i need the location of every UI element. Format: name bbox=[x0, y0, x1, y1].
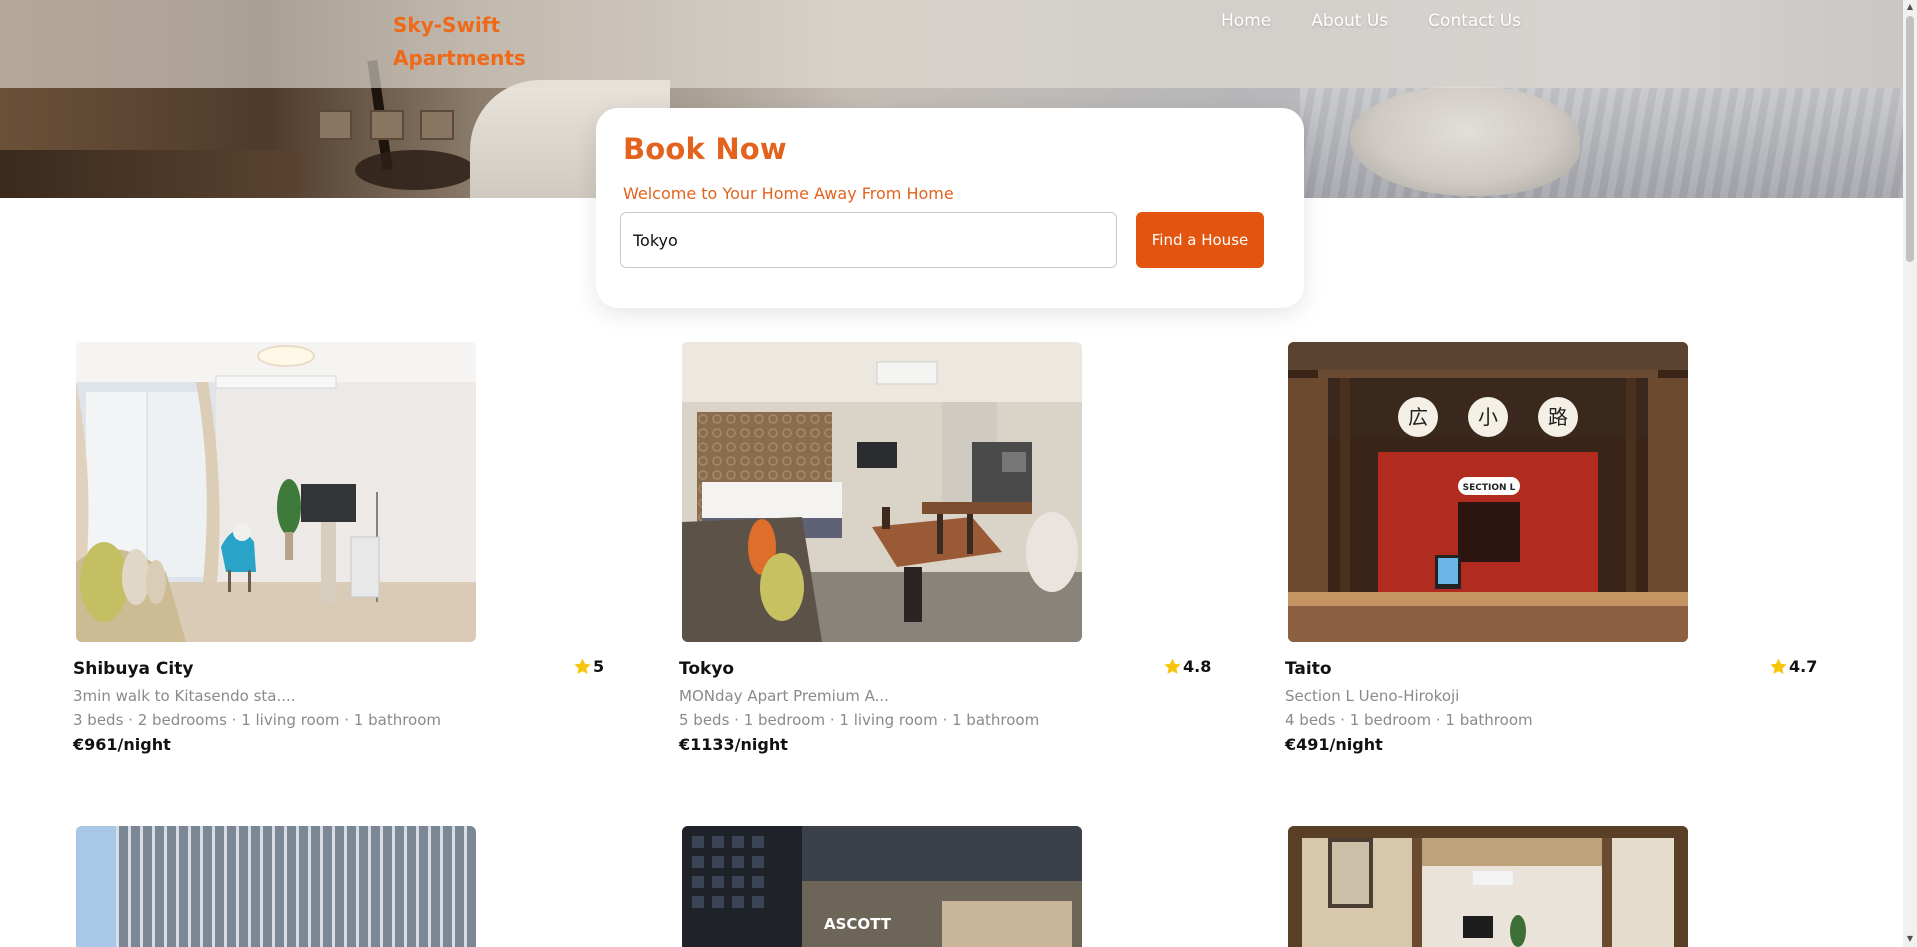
star-icon bbox=[574, 658, 591, 674]
scrollbar-thumb[interactable] bbox=[1906, 16, 1914, 262]
listing-photo-living-room bbox=[76, 342, 476, 642]
navbar: Sky-Swift Apartments Home About Us Conta… bbox=[0, 0, 1903, 88]
listing-rating: 4.7 bbox=[1769, 657, 1817, 676]
listing-price: €1133/night bbox=[679, 735, 788, 754]
rating-value: 4.8 bbox=[1183, 657, 1212, 676]
booking-card: Book Now Welcome to Your Home Away From … bbox=[596, 108, 1304, 308]
listing-image[interactable]: ASCOTT bbox=[682, 826, 1082, 947]
sign-char: 路 bbox=[1548, 405, 1568, 429]
hero-outlet bbox=[420, 110, 454, 140]
find-house-button[interactable]: Find a House bbox=[1136, 212, 1264, 268]
listing-details: 4 beds · 1 bedroom · 1 bathroom bbox=[1285, 711, 1533, 729]
vertical-scrollbar[interactable]: ▲ ▼ bbox=[1903, 0, 1917, 947]
nav-about-us[interactable]: About Us bbox=[1311, 10, 1388, 32]
rating-value: 4.7 bbox=[1789, 657, 1818, 676]
listing-image[interactable] bbox=[1288, 826, 1688, 947]
nav-home[interactable]: Home bbox=[1221, 10, 1271, 32]
listing-image[interactable] bbox=[76, 826, 476, 947]
listing-title[interactable]: Tokyo bbox=[679, 659, 734, 679]
listing-photo-lobby: SECTION L 広 小 路 bbox=[1288, 342, 1688, 642]
listing-image[interactable]: SECTION L 広 小 路 bbox=[1288, 342, 1688, 642]
listing-photo-japanese-room bbox=[1288, 826, 1688, 947]
scroll-down-icon[interactable]: ▼ bbox=[1905, 934, 1915, 944]
hero-outlet bbox=[318, 110, 352, 140]
listing-image[interactable] bbox=[76, 342, 476, 642]
hero-lamp-base bbox=[355, 150, 475, 190]
sign-char: 広 bbox=[1408, 405, 1428, 429]
listing-description: 3min walk to Kitasendo sta.... bbox=[73, 687, 296, 705]
listing-title[interactable]: Shibuya City bbox=[73, 659, 193, 679]
listing-rating: 4.8 bbox=[1163, 657, 1211, 676]
listing-price: €961/night bbox=[73, 735, 171, 754]
listing-photo-apartment bbox=[682, 342, 1082, 642]
booking-subtitle: Welcome to Your Home Away From Home bbox=[623, 184, 954, 203]
listing-details: 5 beds · 1 bedroom · 1 living room · 1 b… bbox=[679, 711, 1040, 729]
listing-price: €491/night bbox=[1285, 735, 1383, 754]
hero-outlet bbox=[370, 110, 404, 140]
listing-title[interactable]: Taito bbox=[1285, 659, 1332, 679]
nav-links: Home About Us Contact Us bbox=[1221, 10, 1561, 32]
ascott-sign: ASCOTT bbox=[824, 915, 892, 933]
star-icon bbox=[1164, 658, 1181, 674]
rating-value: 5 bbox=[593, 657, 605, 676]
search-input[interactable] bbox=[620, 212, 1117, 268]
nav-contact-us[interactable]: Contact Us bbox=[1428, 10, 1521, 32]
listing-description: MONday Apart Premium A... bbox=[679, 687, 889, 705]
star-icon bbox=[1770, 658, 1787, 674]
hero-shelf bbox=[0, 150, 300, 198]
listing-photo-building-facade bbox=[76, 826, 476, 947]
scroll-up-icon[interactable]: ▲ bbox=[1905, 2, 1915, 12]
listing-rating: 5 bbox=[573, 657, 604, 676]
listing-image[interactable] bbox=[682, 342, 1082, 642]
lobby-section-sign: SECTION L bbox=[1463, 483, 1516, 493]
listing-description: Section L Ueno-Hirokoji bbox=[1285, 687, 1460, 705]
listing-photo-hotel-exterior: ASCOTT bbox=[682, 826, 1082, 947]
sign-char: 小 bbox=[1478, 405, 1498, 429]
booking-title: Book Now bbox=[623, 132, 787, 166]
listing-details: 3 beds · 2 bedrooms · 1 living room · 1 … bbox=[73, 711, 442, 729]
brand-logo[interactable]: Sky-Swift Apartments bbox=[393, 9, 553, 75]
